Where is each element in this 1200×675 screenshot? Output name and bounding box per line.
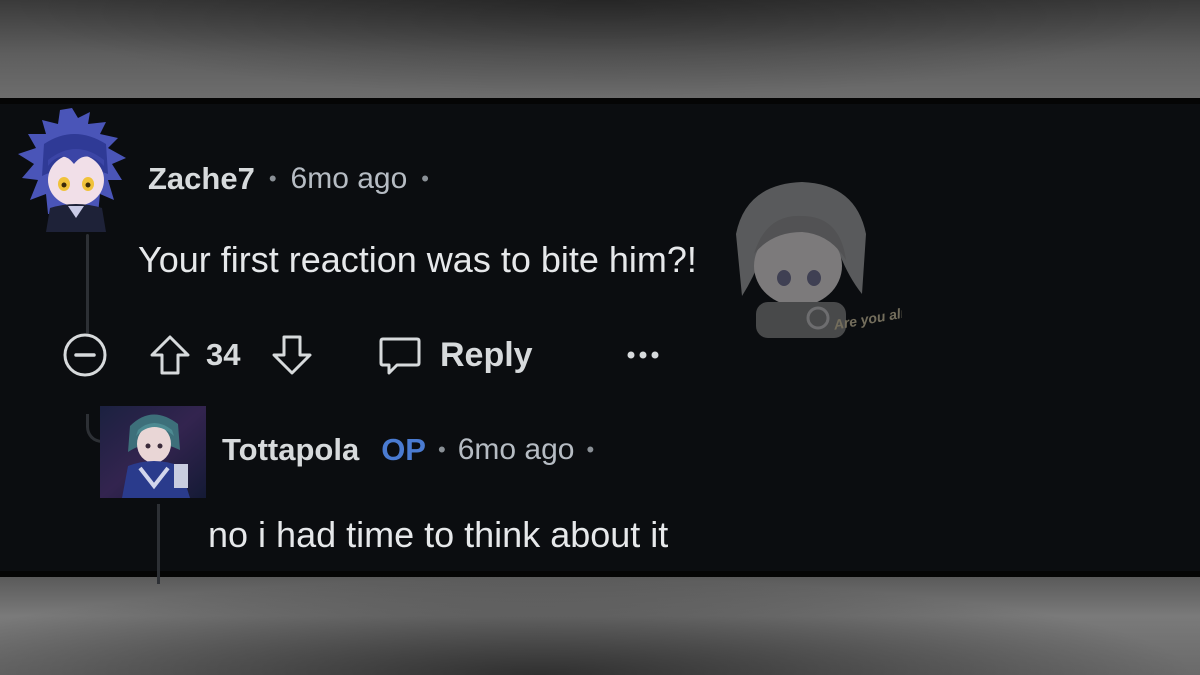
comment-thread-screenshot: Zache7 • 6mo ago • Your first reaction w… bbox=[0, 98, 1200, 584]
tottapola-avatar[interactable] bbox=[100, 406, 206, 498]
separator-dot: • bbox=[268, 166, 277, 191]
comment-meta: Zache7 • 6mo ago • bbox=[148, 159, 429, 199]
thread-line bbox=[86, 234, 89, 334]
vote-score: 34 bbox=[206, 337, 241, 372]
reply-button[interactable]: Reply bbox=[376, 331, 533, 379]
reply-label: Reply bbox=[440, 335, 533, 374]
separator-dot: • bbox=[421, 166, 429, 191]
separator-dot: • bbox=[586, 437, 595, 462]
speech-bubble-icon bbox=[376, 331, 424, 379]
username[interactable]: Tottapola bbox=[222, 432, 359, 468]
timestamp: 6mo ago bbox=[290, 162, 408, 195]
comment-actions: 34 Reply bbox=[60, 329, 663, 381]
comment-text: Your first reaction was to bite him?! bbox=[138, 239, 697, 280]
username[interactable]: Zache7 bbox=[148, 161, 255, 197]
minus-circle-icon[interactable] bbox=[60, 330, 110, 380]
arrow-down-icon[interactable] bbox=[268, 331, 316, 379]
reply-meta: Tottapola OP • 6mo ago • bbox=[222, 430, 594, 470]
timestamp: 6mo ago bbox=[457, 433, 575, 466]
video-frame: Zache7 • 6mo ago • Your first reaction w… bbox=[0, 0, 1200, 675]
chibi-sticker-image: Are you alright? bbox=[706, 174, 941, 344]
ellipsis-icon[interactable] bbox=[623, 335, 663, 375]
op-badge: OP bbox=[381, 432, 426, 467]
reply-text: no i had time to think about it bbox=[208, 514, 669, 555]
thread-line bbox=[157, 504, 160, 584]
zache7-avatar[interactable] bbox=[14, 104, 134, 232]
blurred-backdrop-top bbox=[0, 0, 1200, 98]
arrow-up-icon[interactable] bbox=[146, 331, 194, 379]
blurred-backdrop-bottom bbox=[0, 577, 1200, 675]
separator-dot: • bbox=[437, 437, 446, 462]
sticker-caption: Are you alright? bbox=[831, 298, 902, 333]
